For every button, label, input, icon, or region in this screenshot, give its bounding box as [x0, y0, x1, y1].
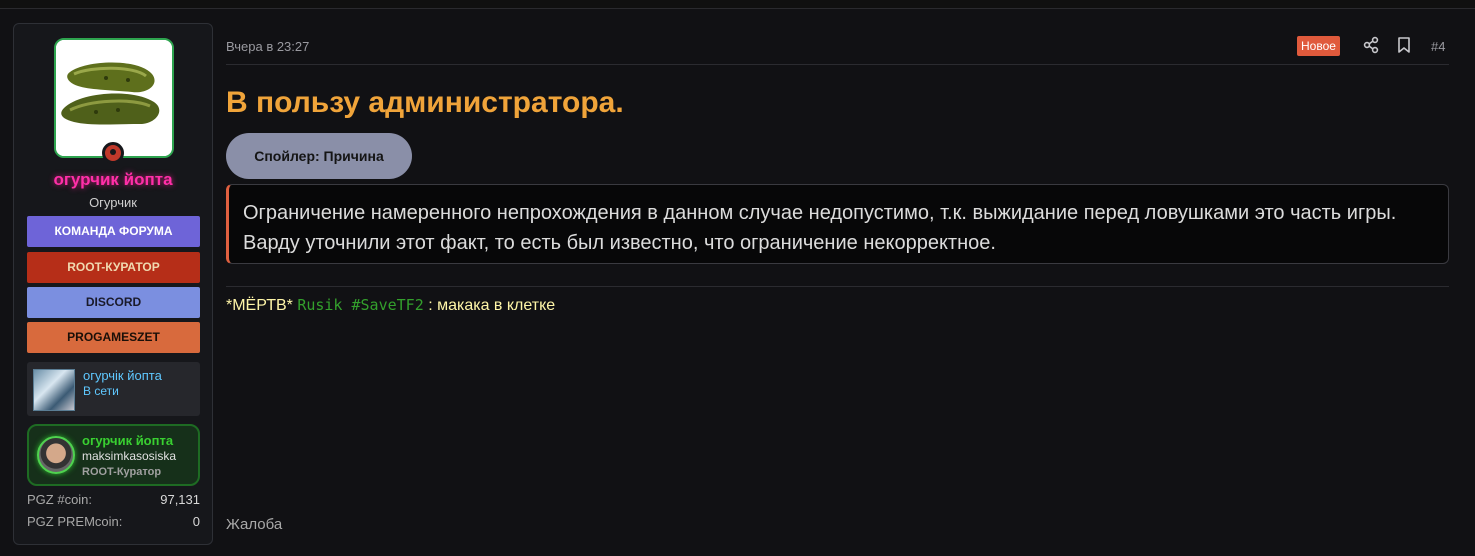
signature-divider [226, 286, 1449, 287]
user-title: Огурчик [89, 195, 137, 210]
stat-label: PGZ PREMcoin: [27, 514, 123, 529]
steam-login: maksimkasosiska [82, 449, 177, 463]
new-badge: Новое [1297, 36, 1340, 56]
badge-forum-team: КОМАНДА ФОРУМА [27, 216, 200, 247]
post-main: Вчера в 23:27 Новое #4 В пользу админист… [226, 23, 1449, 545]
signature-suffix: : макака в клетке [423, 297, 556, 314]
divider [226, 64, 1449, 65]
post: огурчик йопта Огурчик КОМАНДА ФОРУМА ROO… [0, 8, 1475, 556]
user-sidebar: огурчик йопта Огурчик КОМАНДА ФОРУМА ROO… [13, 23, 213, 545]
steam-card[interactable]: огурчик йопта maksimkasosiska ROOT-Курат… [27, 424, 200, 486]
stat-value: 0 [192, 514, 200, 529]
bookmark-icon[interactable] [1396, 36, 1412, 54]
stat-value: 97,131 [160, 492, 200, 507]
linked-account-status: В сети [83, 384, 119, 398]
avatar[interactable] [54, 38, 174, 158]
spoiler-content: Ограничение намеренного непрохождения в … [226, 184, 1449, 264]
stat-pgz-coin: PGZ #coin: 97,131 [27, 492, 200, 507]
linked-account-name: огурчік йопта [83, 368, 162, 383]
stat-pgz-premcoin: PGZ PREMcoin: 0 [27, 514, 200, 529]
stat-label: PGZ #coin: [27, 492, 93, 507]
spoiler-button[interactable]: Спойлер: Причина [226, 133, 412, 179]
signature-prefix: *МЁРТВ* [226, 297, 298, 314]
linked-account-avatar [33, 369, 75, 411]
pickle-avatar-image [56, 40, 172, 156]
badge-progameszet: PROGAMESZET [27, 322, 200, 353]
steam-avatar [37, 436, 75, 474]
steam-role: ROOT-Куратор [82, 466, 162, 478]
signature-name: Rusik #SaveTF2 [297, 296, 424, 314]
post-title: В пользу администратора. [226, 86, 624, 119]
badge-discord: DISCORD [27, 287, 200, 318]
steam-name: огурчик йопта [82, 433, 174, 448]
linked-account-card[interactable]: огурчік йопта В сети [27, 362, 200, 416]
report-link[interactable]: Жалоба [226, 516, 282, 533]
badge-root-curator: ROOT-КУРАТОР [27, 252, 200, 283]
signature: *МЁРТВ* Rusik #SaveTF2 : макака в клетке [226, 296, 555, 315]
username[interactable]: огурчик йопта [14, 170, 212, 190]
offline-status-icon [102, 142, 124, 164]
share-icon[interactable] [1362, 36, 1380, 54]
post-number[interactable]: #4 [1431, 39, 1445, 54]
post-date[interactable]: Вчера в 23:27 [226, 39, 309, 54]
